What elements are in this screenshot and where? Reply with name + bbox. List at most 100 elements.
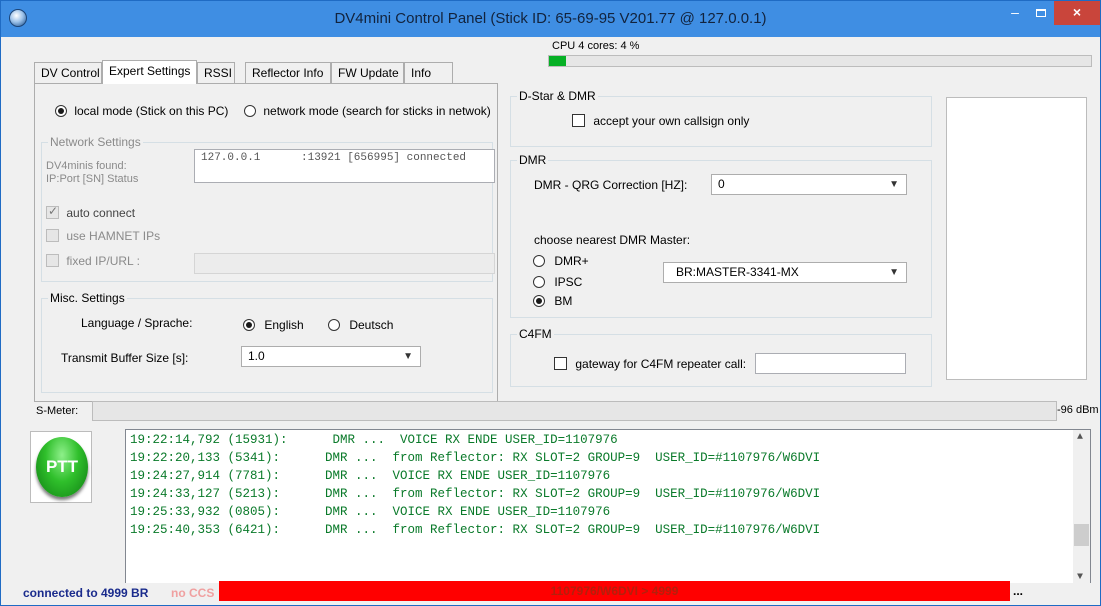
bm-label: BM: [554, 294, 573, 308]
dmr-master-label: choose nearest DMR Master:: [534, 233, 691, 247]
ccs-status: no CCS: [171, 586, 215, 600]
network-mode-label: network mode (search for sticks in netwo…: [263, 104, 491, 118]
chevron-down-icon: ▼: [889, 179, 899, 190]
dmr-group: DMR DMR - QRG Correction [HZ]: 0 ▼ choos…: [510, 153, 932, 318]
local-mode-radio[interactable]: [55, 105, 67, 117]
log-line: 19:24:33,127 (5213): DMR ... from Reflec…: [130, 487, 821, 501]
tab-info[interactable]: Info: [404, 62, 453, 83]
misc-settings-label: Misc. Settings: [48, 291, 127, 305]
dmr-master-select[interactable]: BR:MASTER-3341-MX ▼: [663, 262, 907, 283]
hamnet-option[interactable]: use HAMNET IPs: [46, 229, 160, 243]
connection-status: connected to 4999 BR: [23, 586, 149, 600]
qrg-correction-value: 0: [718, 177, 725, 191]
c4fm-group: C4FM gateway for C4FM repeater call:: [510, 327, 932, 387]
c4fm-gateway-input[interactable]: [755, 353, 906, 374]
fixed-ip-label: fixed IP/URL :: [66, 254, 140, 268]
dstar-dmr-group: D-Star & DMR accept your own callsign on…: [510, 89, 932, 147]
deutsch-label: Deutsch: [349, 318, 394, 332]
auto-connect-label: auto connect: [66, 206, 136, 220]
fixed-ip-option[interactable]: fixed IP/URL :: [46, 254, 140, 268]
cpu-label: CPU 4 cores: 4 %: [552, 40, 640, 52]
scroll-thumb[interactable]: [1074, 524, 1089, 546]
found-entry-ip: 127.0.0.1: [201, 152, 261, 164]
own-callsign-option[interactable]: accept your own callsign only: [572, 114, 749, 128]
network-settings-label: Network Settings: [48, 135, 143, 149]
scroll-up-icon[interactable]: ▲: [1077, 432, 1083, 443]
c4fm-label: C4FM: [517, 327, 554, 341]
scroll-down-icon[interactable]: ▼: [1077, 572, 1083, 583]
auto-connect-checkbox[interactable]: [46, 204, 59, 219]
own-callsign-checkbox[interactable]: [572, 114, 585, 127]
more-button[interactable]: ...: [1013, 584, 1023, 598]
c4fm-gateway-checkbox[interactable]: [554, 357, 567, 370]
smeter-bar: [92, 401, 1057, 421]
language-label: Language / Sprache:: [81, 316, 193, 330]
log-line: 19:24:27,914 (7781): DMR ... VOICE RX EN…: [130, 469, 611, 483]
last-heard-status: 1107976/W6DVI > 4999: [219, 581, 1010, 601]
dmr-plus-radio[interactable]: [533, 255, 545, 267]
found-entry-status: :13921 [656995] connected: [301, 152, 467, 164]
smeter-value: -96 dBm: [1057, 404, 1099, 416]
ipport-status-label: IP:Port [SN] Status: [46, 173, 139, 185]
hamnet-checkbox[interactable]: [46, 229, 59, 242]
log-line: 19:22:20,133 (5341): DMR ... from Reflec…: [130, 451, 821, 465]
network-mode-radio[interactable]: [244, 105, 256, 117]
cpu-progress: [548, 55, 1092, 67]
fixed-ip-input[interactable]: [194, 253, 495, 274]
dmr-master-value: BR:MASTER-3341-MX: [676, 265, 799, 279]
side-info-box: [946, 97, 1087, 380]
tab-reflector-info[interactable]: Reflector Info: [245, 62, 331, 83]
title-bar: DV4mini Control Panel (Stick ID: 65-69-9…: [1, 1, 1100, 37]
misc-settings-group: Misc. Settings Language / Sprache: Engli…: [41, 291, 493, 393]
c4fm-gateway-option[interactable]: gateway for C4FM repeater call:: [554, 357, 746, 371]
log-scrollbar[interactable]: ▲ ▼: [1073, 430, 1090, 587]
ptt-panel: PTT: [30, 431, 92, 503]
deutsch-option[interactable]: Deutsch: [328, 318, 393, 332]
transmit-buffer-value: 1.0: [248, 349, 265, 363]
dstar-dmr-label: D-Star & DMR: [517, 89, 598, 103]
cpu-progress-fill: [549, 56, 567, 66]
maximize-button[interactable]: [1028, 1, 1054, 25]
dv4minis-found-list[interactable]: 127.0.0.1 :13921 [656995] connected: [194, 149, 495, 183]
ipsc-radio[interactable]: [533, 276, 545, 288]
app-window: DV4mini Control Panel (Stick ID: 65-69-9…: [0, 0, 1101, 606]
english-option[interactable]: English: [243, 318, 304, 332]
tab-fw-update[interactable]: FW Update: [331, 62, 404, 83]
fixed-ip-checkbox[interactable]: [46, 254, 59, 267]
bm-radio[interactable]: [533, 295, 545, 307]
dmr-plus-label: DMR+: [554, 254, 589, 268]
ipsc-label: IPSC: [554, 275, 583, 289]
ipsc-option[interactable]: IPSC: [533, 275, 582, 289]
english-label: English: [264, 318, 304, 332]
bm-option[interactable]: BM: [533, 294, 572, 308]
ptt-button[interactable]: PTT: [36, 437, 88, 497]
log-line: 19:25:40,353 (6421): DMR ... from Reflec…: [130, 523, 821, 537]
tab-dv-control[interactable]: DV Control: [34, 62, 102, 83]
minimize-button[interactable]: –: [1002, 1, 1028, 25]
transmit-buffer-label: Transmit Buffer Size [s]:: [61, 351, 189, 365]
chevron-down-icon: ▼: [889, 267, 899, 278]
tab-expert-settings[interactable]: Expert Settings: [102, 60, 197, 84]
log-console[interactable]: 19:22:14,792 (15931): DMR ... VOICE RX E…: [125, 429, 1091, 588]
window-title: DV4mini Control Panel (Stick ID: 65-69-9…: [334, 10, 767, 27]
network-mode-option[interactable]: network mode (search for sticks in netwo…: [244, 104, 491, 118]
smeter-label: S-Meter:: [36, 405, 79, 417]
log-line: 19:22:14,792 (15931): DMR ... VOICE RX E…: [130, 433, 618, 447]
tab-rssi[interactable]: RSSI: [197, 62, 235, 83]
dmr-plus-option[interactable]: DMR+: [533, 254, 589, 268]
local-mode-option[interactable]: local mode (Stick on this PC): [55, 104, 228, 118]
network-settings-group: Network Settings DV4minis found: IP:Port…: [41, 135, 495, 282]
english-radio[interactable]: [243, 319, 255, 331]
qrg-correction-label: DMR - QRG Correction [HZ]:: [534, 178, 688, 192]
qrg-correction-select[interactable]: 0 ▼: [711, 174, 907, 195]
hamnet-label: use HAMNET IPs: [66, 229, 161, 243]
transmit-buffer-select[interactable]: 1.0 ▼: [241, 346, 421, 367]
dv4minis-found-label: DV4minis found:: [46, 160, 127, 172]
auto-connect-option[interactable]: auto connect: [46, 204, 136, 220]
local-mode-label: local mode (Stick on this PC): [74, 104, 229, 118]
c4fm-gateway-label: gateway for C4FM repeater call:: [575, 357, 747, 371]
deutsch-radio[interactable]: [328, 319, 340, 331]
expert-settings-panel: local mode (Stick on this PC) network mo…: [34, 83, 498, 402]
dmr-label: DMR: [517, 153, 549, 167]
close-button[interactable]: ×: [1054, 1, 1100, 25]
